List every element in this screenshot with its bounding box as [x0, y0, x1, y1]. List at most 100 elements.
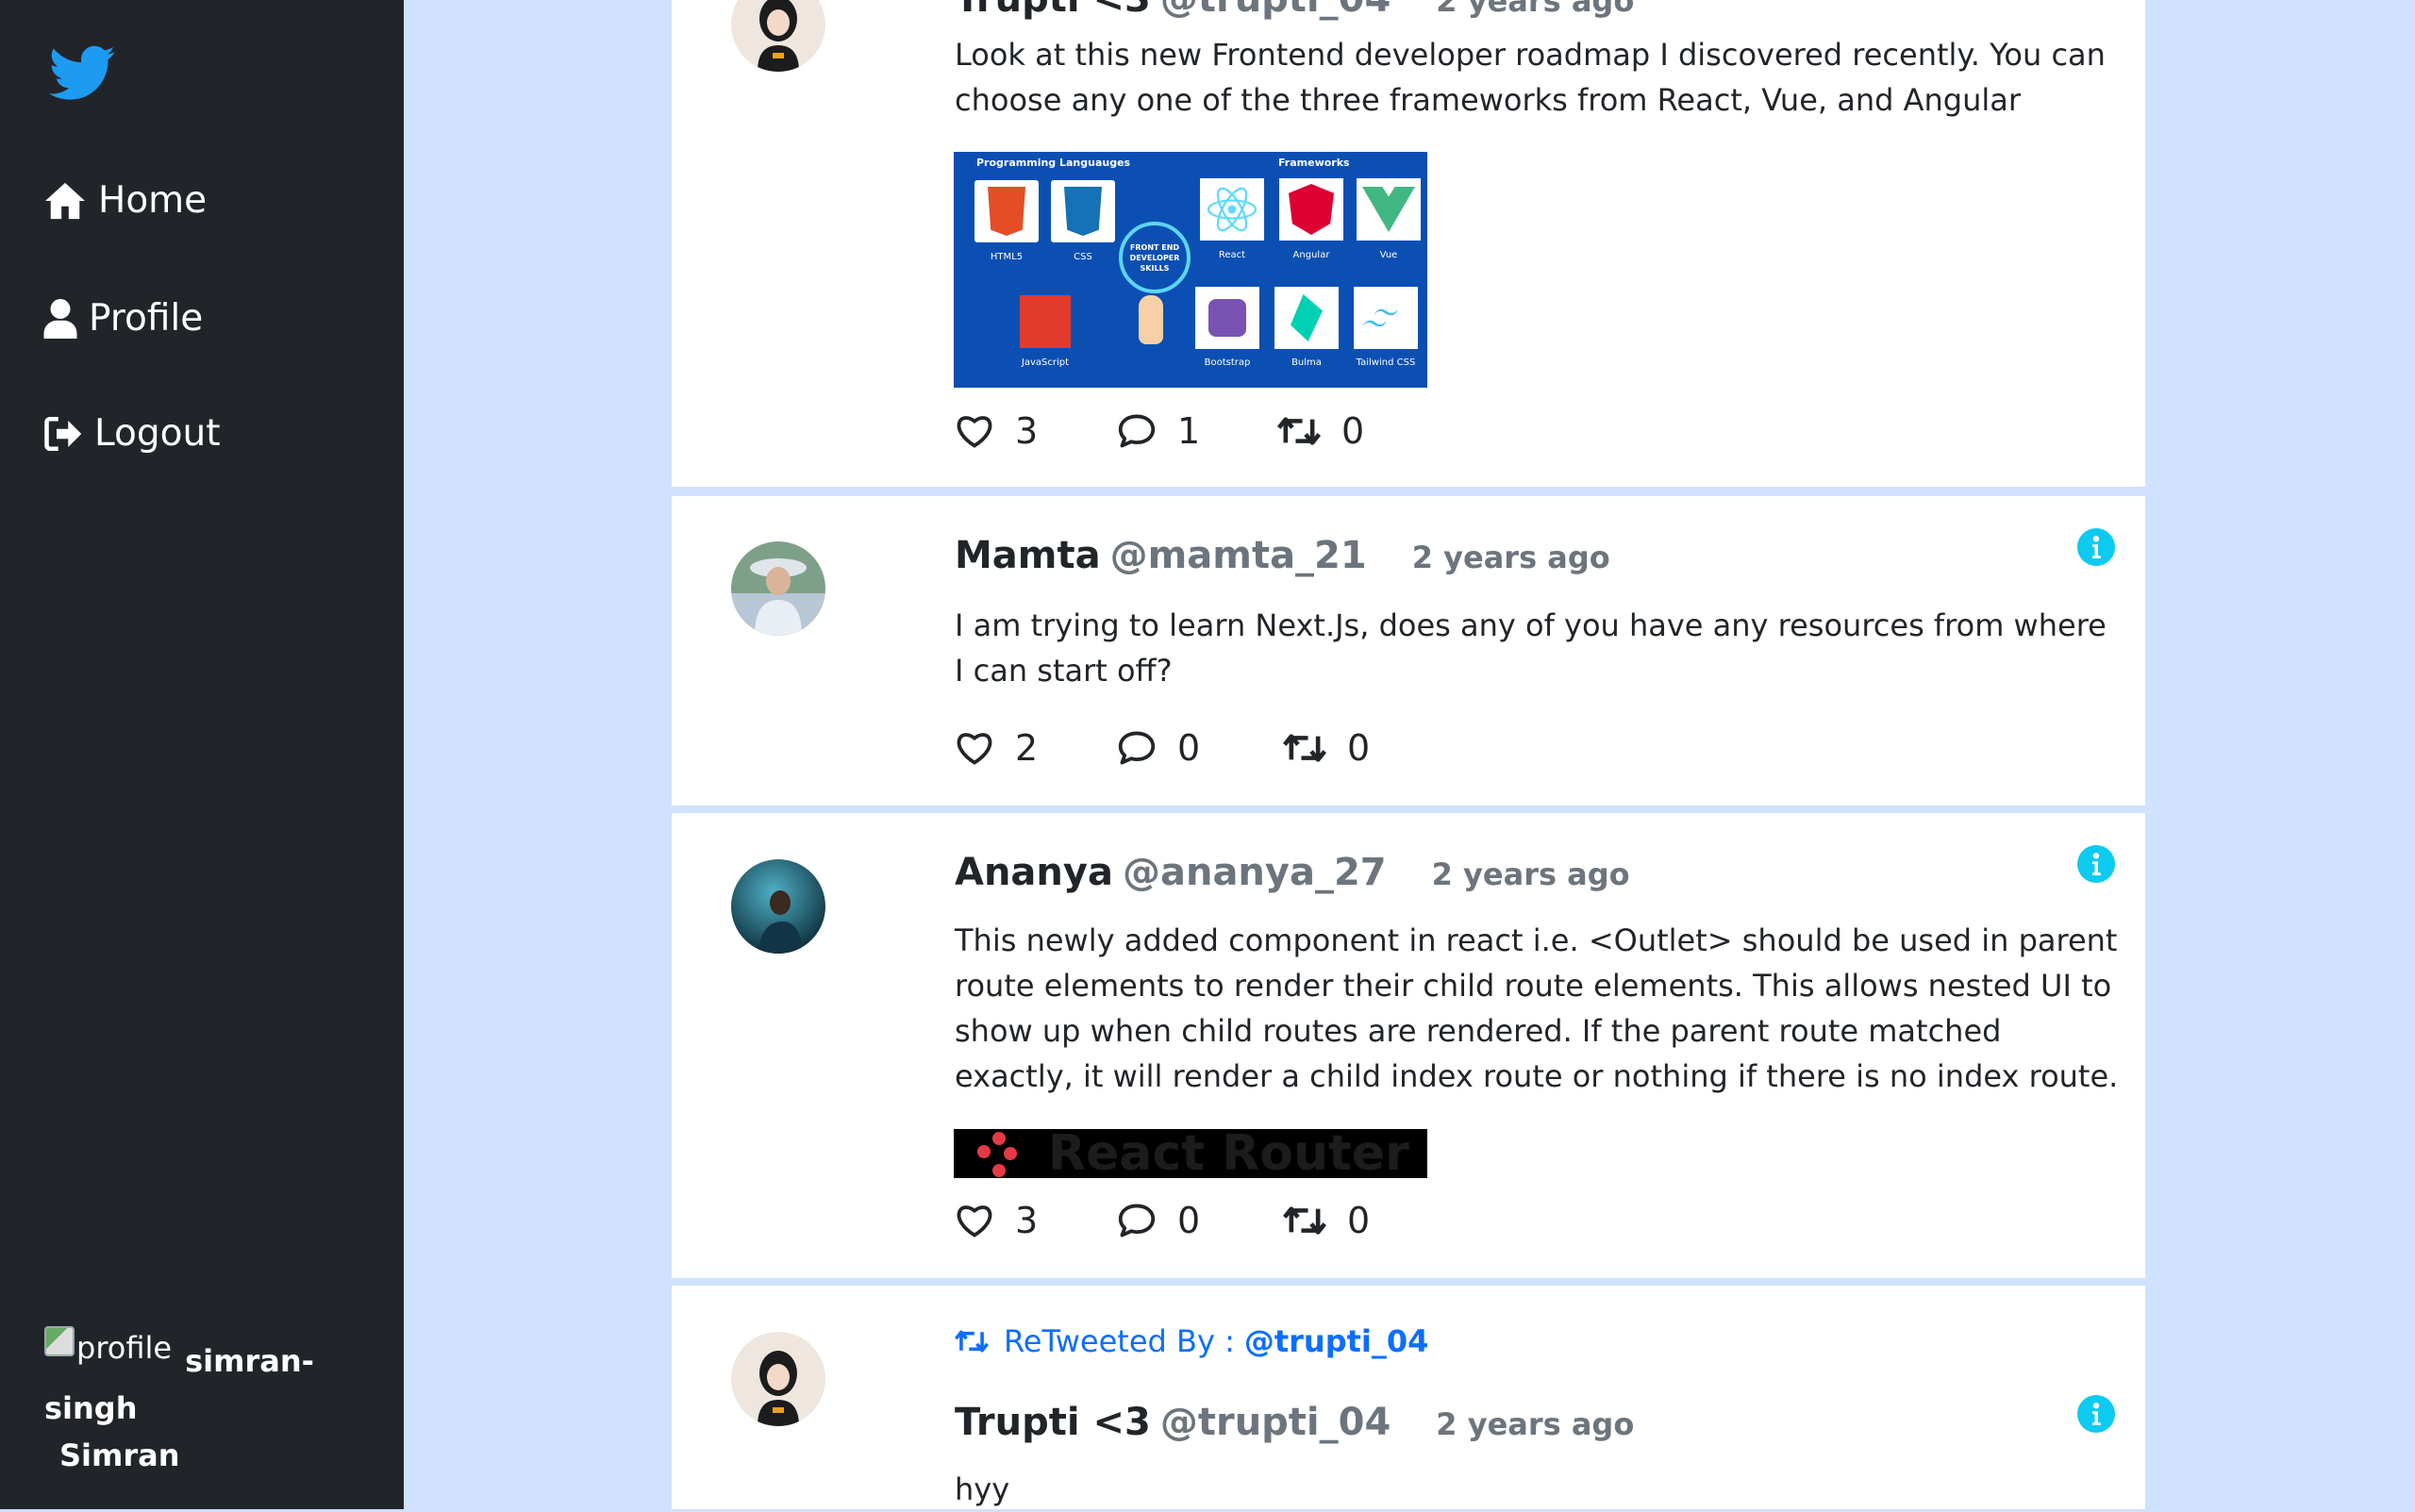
bootstrap-tile [1195, 287, 1259, 349]
avatar[interactable] [731, 0, 825, 72]
tailwind-tile [1354, 287, 1418, 349]
like-button[interactable]: 3 [955, 410, 1117, 452]
tweet-header: Ananya @ananya_27 2 years ago [955, 851, 1630, 894]
tweet-actions: 3 0 0 [955, 1200, 1370, 1241]
tweet-text: I am trying to learn Next.Js, does any o… [955, 607, 2107, 689]
home-icon [45, 182, 85, 219]
html5-tile [974, 180, 1039, 242]
retweet-icon [1277, 417, 1321, 445]
retweeter-handle[interactable]: @trupti_04 [1244, 1323, 1429, 1359]
retweet-button[interactable]: 0 [1283, 727, 1370, 769]
avatar[interactable] [731, 1332, 825, 1426]
center-badge: FRONT END DEVELOPER SKILLS [1119, 222, 1191, 293]
tweet-time: 2 years ago [1411, 540, 1610, 575]
tile-label-html5: HTML5 [990, 252, 1024, 262]
tweet-image[interactable]: Programming Languauges Frameworks HTML5 … [954, 152, 1427, 388]
nav-profile[interactable]: Profile [43, 297, 203, 340]
tile-label-bulma: Bulma [1291, 357, 1322, 368]
info-icon[interactable] [2077, 1395, 2115, 1433]
tile-label-css: CSS [1074, 252, 1092, 262]
tweet-header: Mamta @mamta_21 2 years ago [955, 534, 1610, 577]
center-badge-text: FRONT END DEVELOPER SKILLS [1129, 242, 1180, 273]
retweet-button[interactable]: 0 [1277, 410, 1364, 452]
image-caption: React Router [1048, 1129, 1409, 1178]
author-handle[interactable]: @mamta_21 [1110, 534, 1367, 577]
retweet-count: 0 [1347, 727, 1371, 769]
tweet-header: Trupti <3 @trupti_04 2 years ago [955, 0, 1634, 21]
react-router-logo-icon [977, 1132, 1017, 1177]
tweet-card: Mamta @mamta_21 2 years ago I am trying … [672, 496, 2145, 806]
retweet-label: ReTweeted By : [1004, 1323, 1235, 1359]
heart-icon [957, 416, 992, 448]
nav-home[interactable]: Home [43, 179, 207, 222]
current-user[interactable]: profile simran-singh Simran [44, 1324, 327, 1479]
comment-icon [1118, 731, 1156, 765]
heart-icon [957, 733, 992, 765]
tweet-text: This newly added component in react i.e.… [955, 922, 2119, 1094]
avatar[interactable] [731, 541, 825, 636]
author-name[interactable]: Trupti <3 [955, 1401, 1151, 1444]
retweet-icon [1283, 734, 1326, 762]
tweet-header: Trupti <3 @trupti_04 2 years ago [955, 1401, 1634, 1444]
avatar-image [731, 0, 825, 72]
nav-home-label: Home [98, 179, 208, 222]
author-name[interactable]: Ananya [955, 851, 1113, 894]
tweet-feed: Trupti <3 @trupti_04 2 years ago Look at… [672, 0, 2145, 1509]
tweet-actions: 3 1 0 [955, 410, 1364, 452]
author-name[interactable]: Mamta [955, 534, 1101, 577]
comment-icon [1118, 414, 1156, 448]
author-handle[interactable]: @trupti_04 [1160, 1401, 1391, 1444]
avatar-alt-text: profile [76, 1330, 173, 1366]
nav-logout-label: Logout [94, 412, 221, 455]
avatar-image [731, 859, 825, 954]
display-name: Simran [59, 1437, 180, 1473]
comment-icon [1118, 1204, 1156, 1238]
author-name[interactable]: Trupti <3 [955, 0, 1151, 21]
comment-button[interactable]: 0 [1117, 727, 1283, 769]
tile-label-react: React [1218, 250, 1246, 260]
comment-count: 0 [1177, 727, 1201, 769]
comment-button[interactable]: 1 [1117, 410, 1277, 452]
author-handle[interactable]: @ananya_27 [1123, 851, 1387, 894]
bulma-tile [1274, 287, 1339, 349]
retweeted-by: ReTweeted By : @trupti_04 [955, 1323, 1428, 1359]
css-tile [1051, 180, 1115, 242]
author-handle[interactable]: @trupti_04 [1160, 0, 1391, 21]
tile-label-vue: Vue [1379, 250, 1398, 260]
tweet-time: 2 years ago [1436, 0, 1635, 19]
retweet-icon [955, 1330, 989, 1353]
vue-tile [1357, 178, 1421, 241]
like-button[interactable]: 3 [955, 1200, 1117, 1241]
image-label-left: Programming Languauges [976, 157, 1131, 169]
like-count: 2 [1015, 727, 1039, 769]
avatar-image [731, 1332, 825, 1426]
tweet-image[interactable]: React Router [954, 1129, 1427, 1178]
retweet-button[interactable]: 0 [1283, 1200, 1370, 1241]
nav-profile-label: Profile [89, 297, 204, 340]
info-icon[interactable] [2077, 845, 2115, 883]
info-icon[interactable] [2077, 528, 2115, 566]
tweet-card: Trupti <3 @trupti_04 2 years ago Look at… [672, 0, 2145, 487]
logout-icon [44, 416, 82, 451]
twitter-bird-icon[interactable] [45, 40, 121, 106]
sidebar: Home Profile Logout profile simran-singh… [0, 0, 404, 1509]
js-tile [1020, 295, 1071, 348]
retweet-count: 0 [1341, 410, 1365, 452]
tweet-actions: 2 0 0 [955, 727, 1370, 769]
angular-tile [1279, 178, 1343, 241]
tweet-time: 2 years ago [1436, 1406, 1635, 1442]
avatar-image [731, 541, 825, 636]
comment-count: 1 [1177, 410, 1201, 452]
tweet-text: hyy [955, 1471, 1010, 1507]
retweet-icon [1283, 1206, 1326, 1235]
image-label-right: Frameworks [1278, 157, 1350, 169]
user-icon [43, 298, 77, 339]
tweet-time: 2 years ago [1431, 856, 1630, 892]
like-button[interactable]: 2 [955, 727, 1117, 769]
comment-button[interactable]: 0 [1117, 1200, 1283, 1241]
tweet-text: Look at this new Frontend developer road… [955, 37, 2106, 118]
tile-label-angular: Angular [1292, 250, 1330, 260]
heart-icon [957, 1205, 992, 1238]
nav-logout[interactable]: Logout [43, 412, 221, 455]
avatar[interactable] [731, 859, 825, 954]
